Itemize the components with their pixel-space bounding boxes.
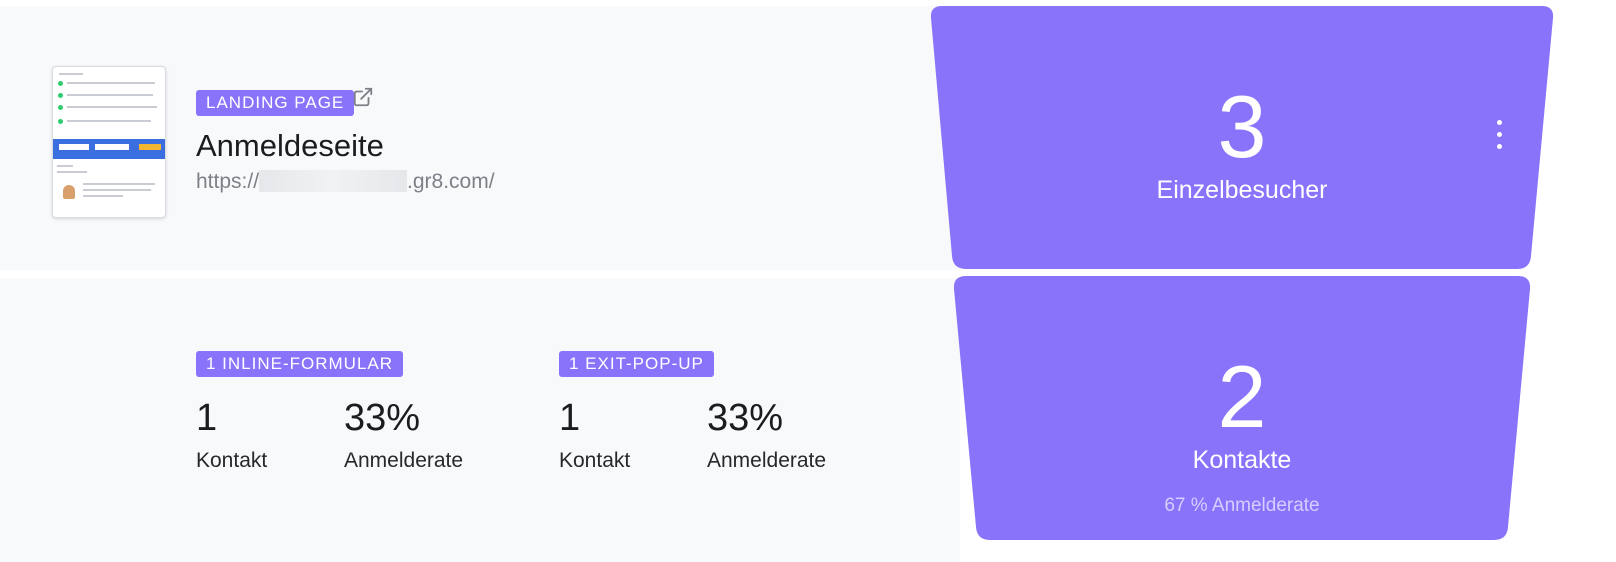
thumb-line [67, 82, 155, 84]
inline-form-contacts-label: Kontakt [196, 449, 268, 472]
thumb-field [95, 144, 129, 150]
exit-popup-rate-label: Anmelderate [707, 449, 827, 472]
url-redacted [259, 170, 408, 192]
landing-page-thumbnail[interactable] [52, 66, 166, 218]
exit-popup-badge: 1 EXIT-POP-UP [559, 351, 714, 377]
thumb-line [67, 120, 151, 122]
thumb-line [57, 165, 73, 167]
page-url[interactable]: https:// .gr8.com/ [196, 170, 495, 194]
thumb-avatar [63, 185, 75, 199]
inline-form-contacts-value: 1 [196, 397, 218, 439]
thumb-line [67, 94, 153, 96]
page-title: Anmeldeseite [196, 128, 384, 163]
thumb-line [67, 106, 157, 108]
exit-popup-contacts-label: Kontakt [559, 449, 631, 472]
thumb-line [57, 171, 87, 173]
contacts-value: 2 [1217, 347, 1267, 446]
inline-form-rate-value: 33% [344, 397, 421, 439]
thumb-button [139, 144, 161, 150]
inline-form-badge: 1 INLINE-FORMULAR [196, 351, 404, 377]
thumb-line [83, 189, 151, 191]
thumb-check-icon [58, 105, 63, 110]
visitors-label: Einzelbesucher [1156, 176, 1328, 204]
visitors-value: 3 [1217, 77, 1267, 176]
exit-popup-rate-value: 33% [707, 397, 784, 439]
forms-panel [0, 278, 960, 562]
thumb-line [83, 183, 155, 185]
url-prefix: https:// [196, 170, 260, 193]
thumb-check-icon [58, 93, 63, 98]
external-link-icon[interactable] [352, 86, 374, 108]
thumb-check-icon [58, 81, 63, 86]
contacts-rate: 67 % Anmelderate [1164, 495, 1320, 516]
inline-form-rate-label: Anmelderate [344, 449, 464, 472]
thumb-field [59, 144, 89, 150]
thumb-line [59, 73, 83, 75]
landing-page-badge: LANDING PAGE [196, 90, 355, 116]
contacts-label: Kontakte [1192, 446, 1292, 474]
url-suffix: .gr8.com/ [407, 170, 495, 193]
exit-popup-contacts-value: 1 [559, 397, 581, 439]
thumb-check-icon [58, 119, 63, 124]
thumb-line [83, 195, 123, 197]
more-vertical-icon[interactable] [1488, 118, 1512, 152]
